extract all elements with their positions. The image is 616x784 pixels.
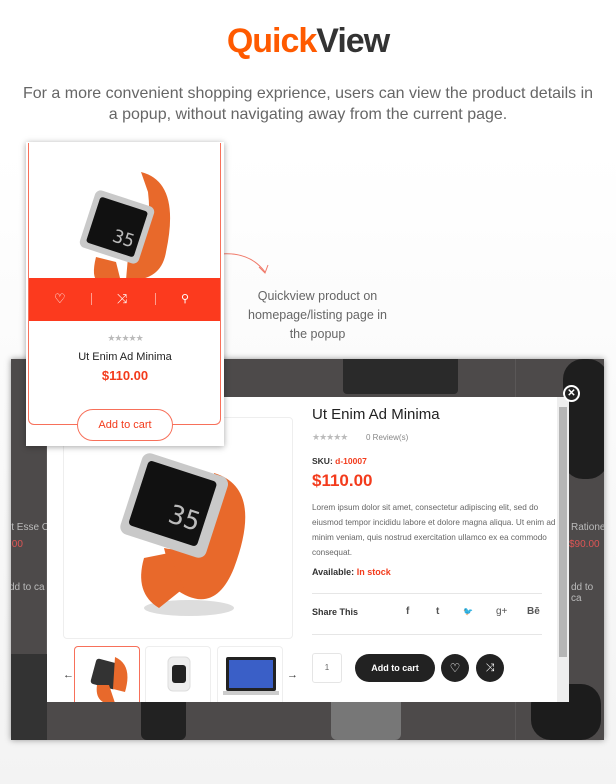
close-button[interactable]: ✕ (563, 385, 580, 402)
twitter-icon[interactable]: 🐦 (463, 607, 473, 616)
google-plus-icon[interactable]: g+ (496, 606, 507, 617)
thumbnail-1[interactable] (74, 646, 140, 702)
thumb-prev-arrow[interactable]: ← (63, 669, 74, 681)
add-to-cart-button[interactable]: Add to cart (355, 654, 435, 682)
heart-icon: ♡ (449, 661, 461, 675)
card-action-bar: ♡ ⤨ ⚲ (29, 278, 220, 321)
card-add-to-cart-button[interactable]: Add to cart (77, 409, 173, 441)
card-title[interactable]: Ut Enim Ad Minima (26, 351, 224, 363)
wishlist-button[interactable]: ♡ (441, 654, 469, 682)
thumbnail-3[interactable] (217, 646, 283, 702)
product-title: Ut Enim Ad Minima (312, 406, 440, 423)
reviews-link[interactable]: 0 Review(s) (366, 433, 408, 442)
page-title: QuickView (226, 22, 390, 60)
card-rating-stars: ★★★★★ (107, 333, 143, 343)
facebook-icon[interactable]: f (406, 606, 409, 617)
separator (155, 293, 156, 305)
availability: Available: In stock (312, 567, 391, 577)
behance-icon[interactable]: Bē (527, 606, 540, 617)
tumblr-icon[interactable]: t (436, 606, 439, 617)
separator (91, 293, 92, 305)
tablet-image (343, 359, 458, 394)
sku: SKU: d-10007 (312, 456, 367, 466)
thumb-next-arrow[interactable]: → (287, 669, 298, 681)
thumbnail-2[interactable] (145, 646, 211, 702)
product-description: Lorem ipsum dolor sit amet, consectetur … (312, 503, 556, 557)
heart-icon[interactable]: ♡ (54, 291, 66, 307)
divider (312, 634, 542, 635)
main-product-image: 35 (63, 417, 293, 639)
rating-stars: ★★★★★ (312, 432, 348, 442)
card-price: $110.00 (101, 368, 149, 383)
scrollbar-thumb[interactable] (559, 407, 567, 657)
compare-button[interactable]: ⤨ (476, 654, 504, 682)
search-icon[interactable]: ⚲ (181, 292, 189, 305)
shuffle-icon: ⤨ (485, 662, 495, 674)
orange-watch-image: 35 (120, 453, 246, 616)
shuffle-icon[interactable]: ⤨ (117, 291, 127, 307)
subtitle: For a more convenient shopping exprience… (22, 85, 594, 123)
product-price: $110.00 (312, 471, 373, 490)
phone-image (11, 654, 47, 740)
quantity-input[interactable]: 1 (312, 653, 342, 683)
divider (312, 593, 542, 594)
watch-image (563, 359, 604, 479)
annotation-text: Quickview product on homepage/listing pa… (248, 289, 387, 341)
share-label: Share This (312, 607, 359, 617)
